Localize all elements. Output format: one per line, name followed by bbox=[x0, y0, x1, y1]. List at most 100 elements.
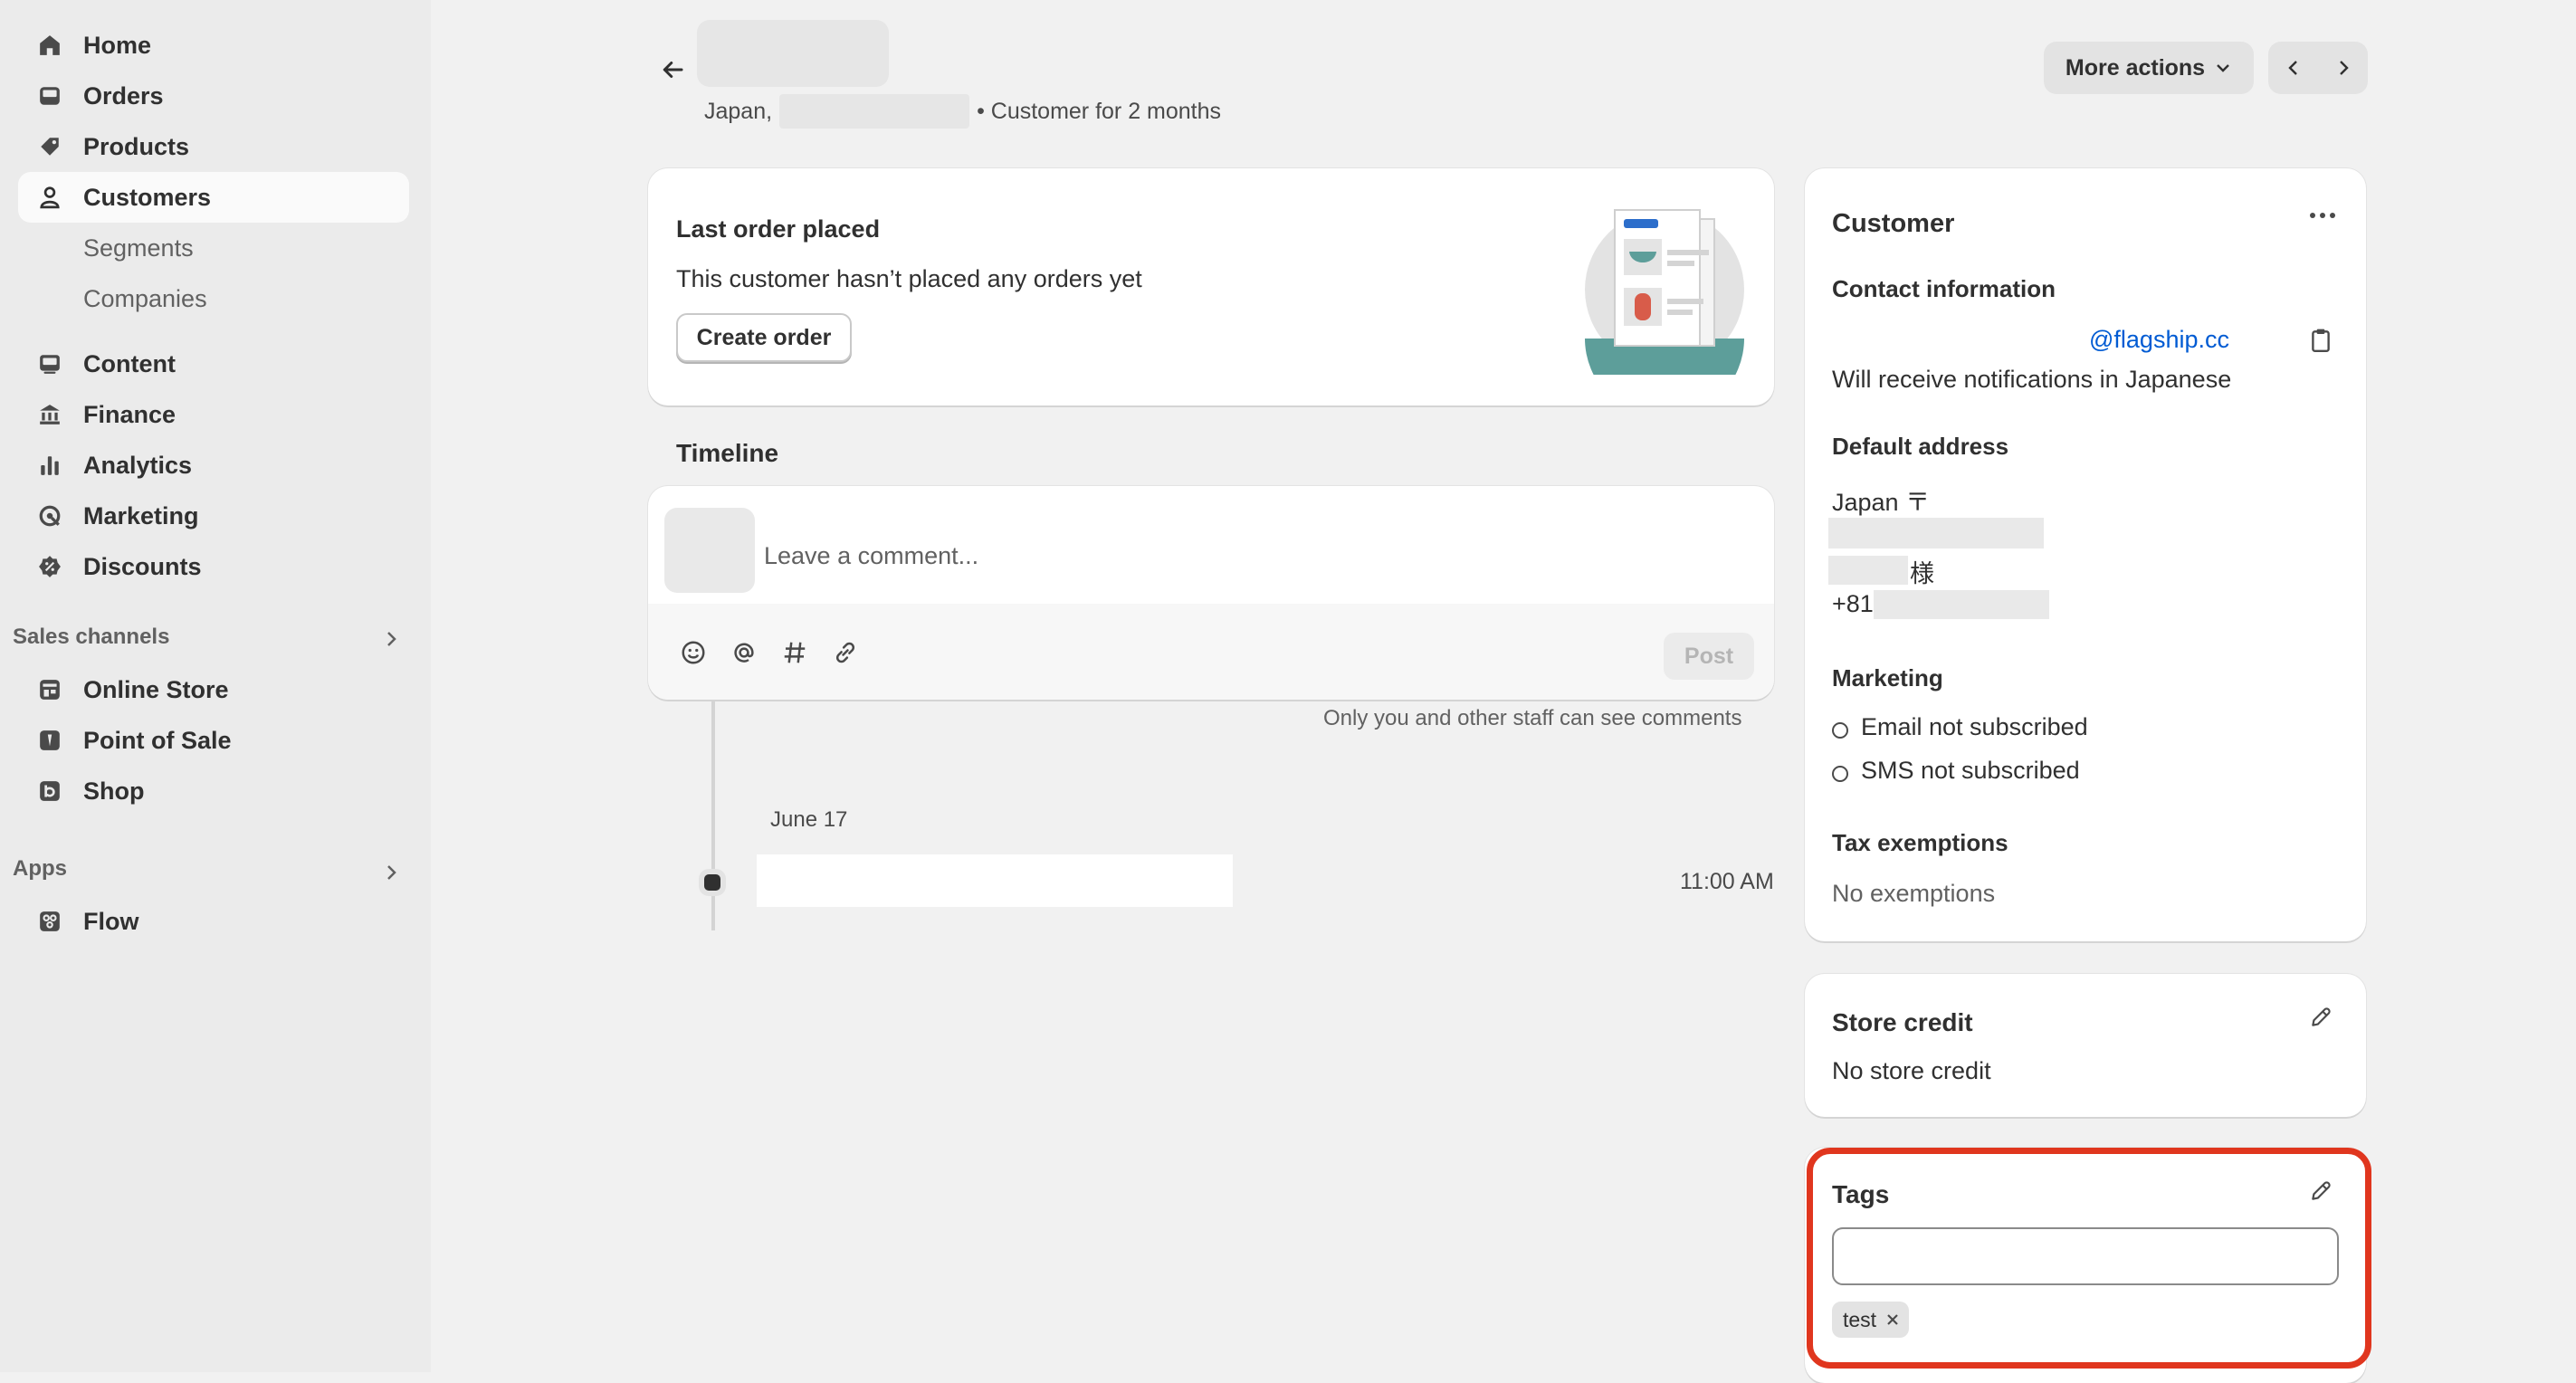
timeline-event-dot bbox=[704, 874, 720, 891]
sms-marketing-status: SMS not subscribed bbox=[1861, 757, 2080, 784]
apps-header[interactable]: Apps bbox=[0, 853, 431, 889]
sidebar-item-point-of-sale[interactable]: Point of Sale bbox=[18, 715, 409, 766]
post-button[interactable]: Post bbox=[1664, 633, 1754, 680]
edit-pencil-icon[interactable] bbox=[2303, 999, 2339, 1035]
sidebar-item-label: Products bbox=[83, 132, 190, 160]
sidebar-item-orders[interactable]: Orders bbox=[18, 71, 409, 121]
customer-location-redacted bbox=[779, 94, 970, 129]
customer-card: Customer Contact information @flagship.c… bbox=[1805, 168, 2366, 941]
sales-channels-label: Sales channels bbox=[13, 625, 170, 649]
hashtag-icon[interactable] bbox=[777, 634, 813, 671]
mention-icon[interactable] bbox=[726, 634, 762, 671]
store-credit-card: Store credit No store credit bbox=[1805, 974, 2366, 1117]
sidebar-item-flow[interactable]: Flow bbox=[18, 896, 409, 947]
status-dot-icon bbox=[1832, 722, 1848, 739]
more-actions-button[interactable]: More actions bbox=[2044, 42, 2254, 94]
last-order-title: Last order placed bbox=[676, 215, 881, 243]
chevron-down-icon bbox=[2217, 64, 2229, 72]
chevron-right-icon bbox=[382, 630, 400, 648]
apps-label: Apps bbox=[13, 856, 67, 881]
customer-name-redacted bbox=[697, 20, 889, 87]
comment-toolbar: Post bbox=[648, 604, 1774, 700]
customer-country: Japan, bbox=[704, 98, 773, 124]
store-credit-title: Store credit bbox=[1832, 1008, 1973, 1036]
staff-comment-note: Only you and other staff can see comment… bbox=[1323, 706, 1742, 730]
discount-icon bbox=[36, 553, 63, 580]
sidebar-item-content[interactable]: Content bbox=[18, 339, 409, 389]
comment-input[interactable]: Leave a comment... bbox=[764, 501, 1760, 600]
store-credit-value: No store credit bbox=[1832, 1057, 1991, 1084]
create-order-label: Create order bbox=[696, 324, 832, 350]
tag-icon bbox=[36, 133, 63, 160]
address-line-country: Japan 〒 bbox=[1832, 489, 1931, 516]
back-button[interactable] bbox=[652, 49, 693, 91]
phone-redacted bbox=[1874, 590, 2049, 619]
pos-icon bbox=[36, 727, 63, 754]
timeline-date: June 17 bbox=[770, 807, 848, 832]
sidebar-item-label: Marketing bbox=[83, 501, 199, 529]
comment-box: Leave a comment... Post bbox=[648, 486, 1774, 700]
sidebar-item-label: Analytics bbox=[83, 451, 193, 479]
copy-icon[interactable] bbox=[2303, 322, 2339, 358]
avatar bbox=[664, 508, 755, 593]
sidebar-item-label: Discounts bbox=[83, 552, 202, 580]
sidebar-item-online-store[interactable]: Online Store bbox=[18, 664, 409, 715]
link-icon[interactable] bbox=[827, 634, 863, 671]
timeline-event-redacted bbox=[757, 854, 1233, 907]
sidebar-item-label: Content bbox=[83, 349, 176, 377]
sidebar-item-label: Shop bbox=[83, 777, 145, 805]
customer-subtitle: Japan, • Customer for 2 months bbox=[704, 94, 1221, 129]
store-icon bbox=[36, 676, 63, 703]
person-icon bbox=[36, 184, 63, 211]
next-customer-button[interactable] bbox=[2318, 42, 2368, 94]
home-icon bbox=[36, 32, 63, 59]
empty-orders-illustration bbox=[1585, 209, 1744, 375]
bank-icon bbox=[36, 401, 63, 428]
address-redacted bbox=[1828, 518, 2044, 548]
create-order-button[interactable]: Create order bbox=[676, 313, 852, 362]
post-label: Post bbox=[1684, 643, 1734, 669]
more-options-icon[interactable] bbox=[2304, 197, 2341, 234]
recipient-redacted bbox=[1828, 556, 1908, 585]
inbox-icon bbox=[36, 82, 63, 110]
sidebar-item-segments[interactable]: Segments bbox=[18, 223, 409, 273]
customer-since: • Customer for 2 months bbox=[977, 98, 1222, 124]
more-actions-label: More actions bbox=[2065, 54, 2206, 81]
customer-email-link[interactable]: @flagship.cc bbox=[2089, 326, 2229, 354]
arrow-left-icon bbox=[663, 62, 683, 78]
timeline-connector bbox=[711, 699, 715, 930]
address-honorific: 様 bbox=[1910, 560, 1934, 587]
chevron-left-icon bbox=[2287, 61, 2297, 75]
sidebar-item-shop[interactable]: Shop bbox=[18, 766, 409, 816]
sidebar-item-label: Customers bbox=[83, 183, 212, 211]
sidebar-item-customers[interactable]: Customers bbox=[18, 172, 409, 223]
sidebar-item-companies[interactable]: Companies bbox=[18, 273, 409, 324]
tags-highlight-annotation bbox=[1807, 1148, 2371, 1369]
sales-channels-header[interactable]: Sales channels bbox=[0, 621, 431, 657]
sidebar-item-label: Home bbox=[83, 31, 152, 59]
sidebar-item-marketing[interactable]: Marketing bbox=[18, 491, 409, 541]
previous-customer-button[interactable] bbox=[2268, 42, 2318, 94]
sidebar-item-label: Finance bbox=[83, 400, 177, 428]
sidebar-item-home[interactable]: Home bbox=[18, 20, 409, 71]
sidebar-item-label: Companies bbox=[83, 284, 207, 312]
sidebar-item-discounts[interactable]: Discounts bbox=[18, 541, 409, 592]
tax-exemptions-value: No exemptions bbox=[1832, 880, 1996, 907]
marketing-heading: Marketing bbox=[1832, 664, 1943, 692]
last-order-card: Last order placed This customer hasn’t p… bbox=[648, 168, 1774, 405]
sidebar-item-products[interactable]: Products bbox=[18, 121, 409, 172]
sidebar-nav: Home Orders Products Customers Segments … bbox=[0, 0, 431, 1372]
sidebar-item-finance[interactable]: Finance bbox=[18, 389, 409, 440]
sidebar-item-analytics[interactable]: Analytics bbox=[18, 440, 409, 491]
tax-exemptions-heading: Tax exemptions bbox=[1832, 829, 2008, 856]
emoji-icon[interactable] bbox=[675, 634, 711, 671]
sidebar-item-label: Orders bbox=[83, 81, 164, 110]
timeline-event-time: 11:00 AM bbox=[1680, 869, 1774, 894]
bar-chart-icon bbox=[36, 452, 63, 479]
phone-prefix: +81 bbox=[1832, 590, 1874, 617]
no-orders-message: This customer hasn’t placed any orders y… bbox=[676, 265, 1142, 292]
email-marketing-status: Email not subscribed bbox=[1861, 713, 2088, 740]
image-icon bbox=[36, 350, 63, 377]
target-icon bbox=[36, 502, 63, 529]
sidebar-item-label: Point of Sale bbox=[83, 726, 232, 754]
